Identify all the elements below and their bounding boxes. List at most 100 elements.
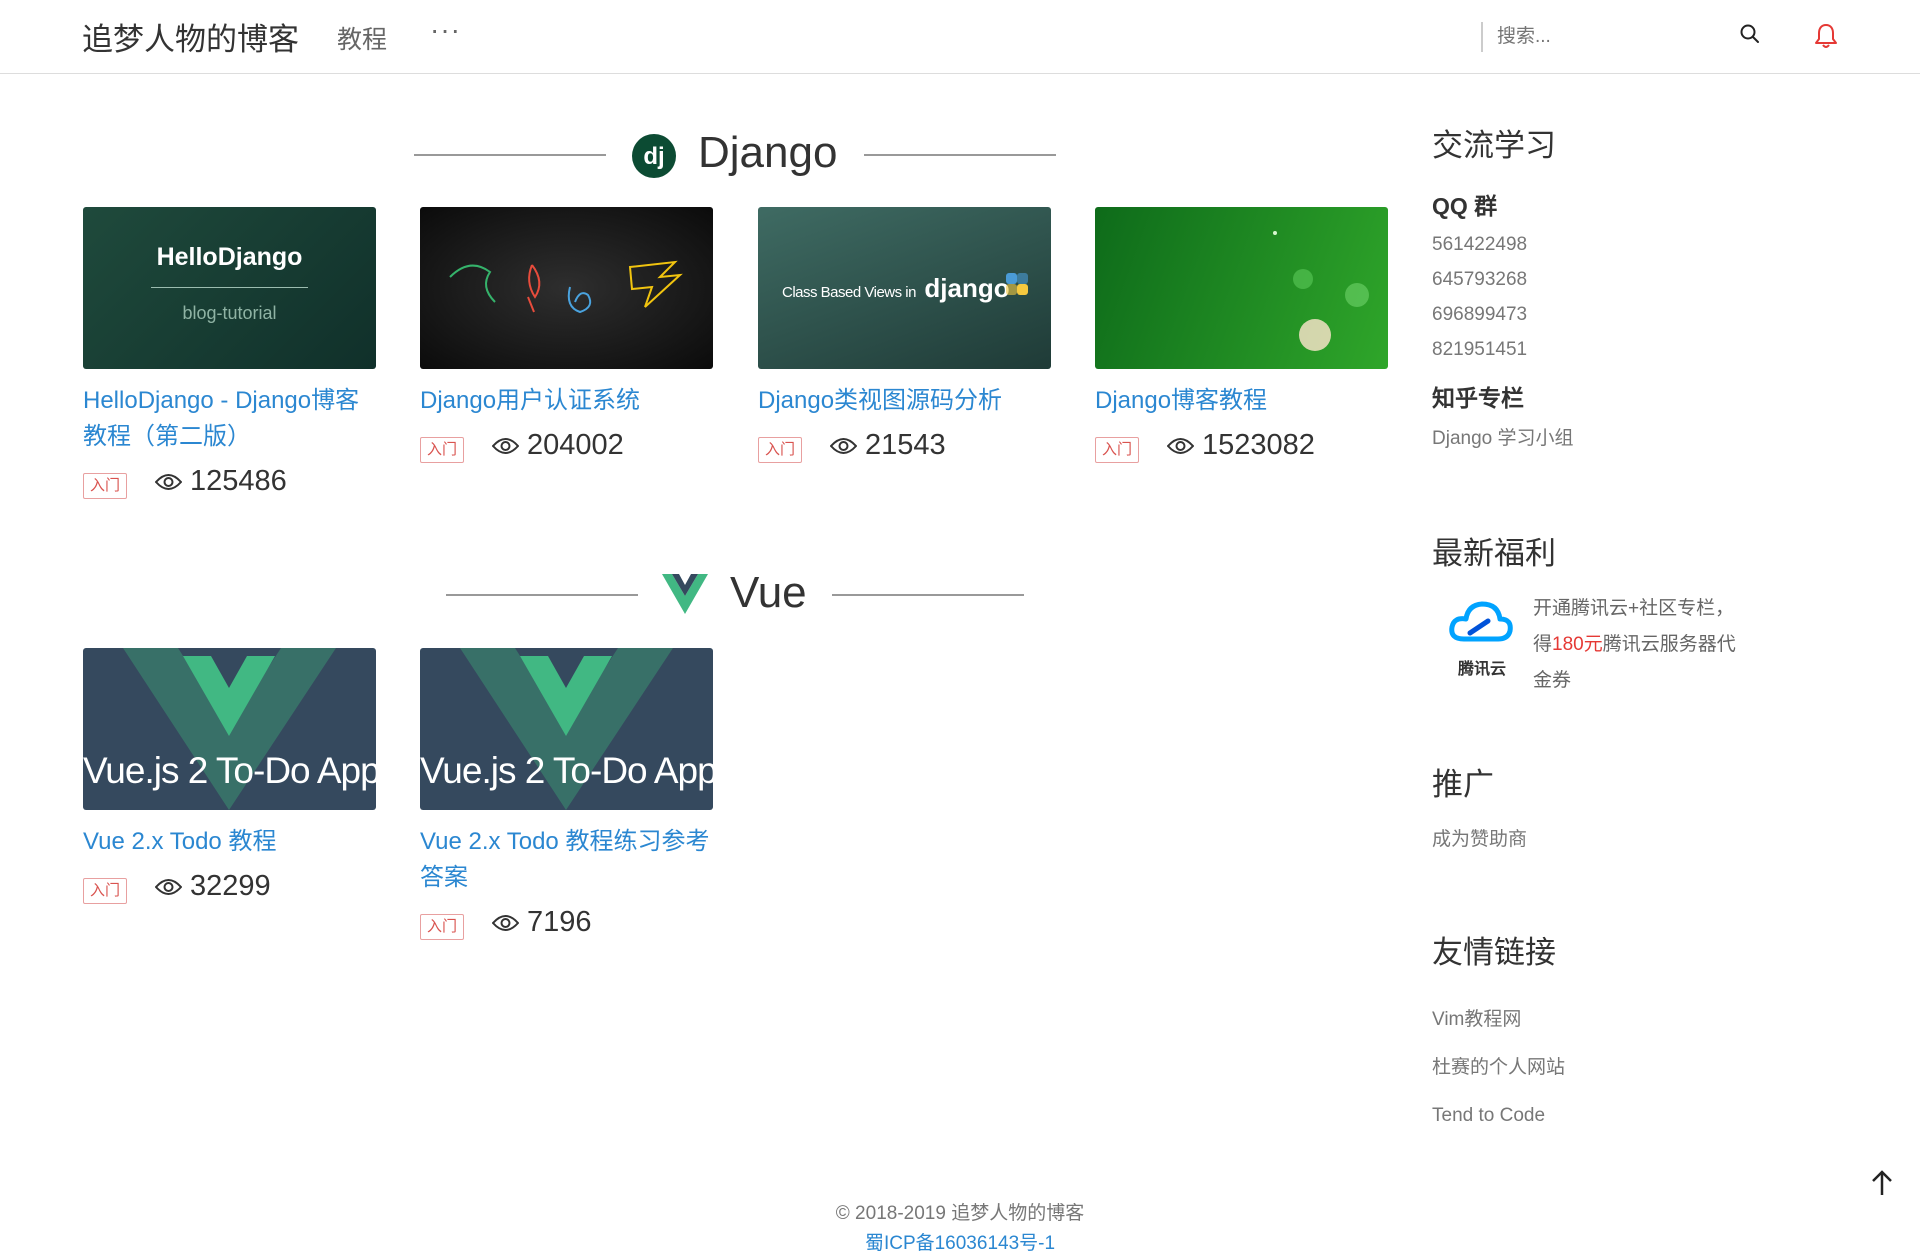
- card-meta: 入门 125486: [83, 465, 376, 501]
- python-logo-icon: [1006, 273, 1028, 295]
- eye-icon: [154, 474, 183, 490]
- welfare-title: 最新福利: [1432, 536, 1556, 571]
- card-thumbnail[interactable]: [420, 207, 713, 369]
- level-badge: 入门: [420, 437, 464, 463]
- search-input[interactable]: [1495, 25, 1719, 49]
- nav-tutorial[interactable]: 教程: [337, 20, 387, 56]
- qq-group-number: 821951451: [1432, 339, 1528, 360]
- level-badge: 入门: [758, 437, 802, 463]
- thumb-caption-brand: django: [924, 273, 1010, 303]
- view-count-value: 204002: [527, 429, 624, 461]
- divider-line: [832, 594, 1024, 596]
- course-card: Django博客教程 入门 1523082: [1095, 207, 1388, 465]
- thumb-caption-text: Vue.js 2 To-Do App: [420, 750, 713, 791]
- card-meta: 入门 7196: [420, 906, 713, 942]
- card-thumbnail[interactable]: Vue.js 2 To-Do App: [83, 648, 376, 810]
- footer-icp-link[interactable]: 蜀ICP备16036143号-1: [0, 1228, 1920, 1255]
- friend-link[interactable]: Vim教程网: [1432, 996, 1792, 1044]
- svg-text:dj: dj: [643, 143, 664, 170]
- card-thumbnail[interactable]: HelloDjango blog-tutorial: [83, 207, 376, 369]
- card-thumbnail[interactable]: Vue.js 2 To-Do App: [420, 648, 713, 810]
- card-title-link[interactable]: HelloDjango - Django博客教程（第二版）: [83, 383, 376, 455]
- search-box: [1481, 22, 1763, 52]
- exchange-title: 交流学习: [1432, 128, 1556, 163]
- view-count: 204002: [491, 429, 624, 462]
- view-count: 21543: [829, 429, 946, 462]
- view-count-value: 7196: [527, 906, 592, 938]
- eye-icon: [829, 438, 858, 454]
- section-title: Vue: [730, 568, 807, 617]
- sidebar: 交流学习 QQ 群 561422498 645793268 696899473 …: [1432, 120, 1792, 1140]
- course-card: HelloDjango blog-tutorial HelloDjango - …: [83, 207, 376, 501]
- card-meta: 入门 21543: [758, 429, 1051, 465]
- friend-links: Vim教程网 杜赛的个人网站 Tend to Code: [1432, 996, 1792, 1140]
- thumb-caption-text: Class Based Views in: [782, 284, 916, 301]
- bell-icon[interactable]: [1813, 22, 1839, 50]
- level-badge: 入门: [83, 878, 127, 904]
- welfare-text: 开通腾讯云+社区专栏，得180元腾讯云服务器代金券: [1533, 591, 1743, 699]
- qq-group-list: 561422498 645793268 696899473 821951451: [1432, 227, 1792, 367]
- section-header-django: dj Django: [414, 124, 1058, 184]
- back-to-top-icon[interactable]: [1867, 1168, 1897, 1198]
- card-meta: 入门 204002: [420, 429, 713, 465]
- card-meta: 入门 1523082: [1095, 429, 1388, 465]
- qq-group-number: 696899473: [1432, 304, 1528, 325]
- divider-line: [446, 594, 638, 596]
- tencent-cloud-logo-icon: [1449, 601, 1513, 642]
- view-count-value: 32299: [190, 870, 271, 902]
- sponsor-link[interactable]: 成为赞助商: [1432, 824, 1792, 851]
- card-title-link[interactable]: Vue 2.x Todo 教程练习参考答案: [420, 824, 713, 896]
- eye-icon: [491, 438, 520, 454]
- card-meta: 入门 32299: [83, 870, 376, 906]
- promo-title: 推广: [1432, 767, 1494, 802]
- top-navbar: 追梦人物的博客 教程 ···: [0, 0, 1920, 74]
- pokemon-sketch-image: [449, 260, 683, 314]
- zhihu-column-item[interactable]: Django 学习小组: [1432, 423, 1792, 450]
- thumb-caption-text: Vue.js 2 To-Do App: [83, 750, 376, 791]
- view-count-value: 1523082: [1202, 429, 1315, 461]
- view-count: 7196: [491, 906, 592, 939]
- view-count-value: 125486: [190, 465, 287, 497]
- card-title-link[interactable]: Django用户认证系统: [420, 383, 713, 419]
- card-title-link[interactable]: Vue 2.x Todo 教程: [83, 824, 376, 860]
- view-count: 32299: [154, 870, 271, 903]
- tencent-logo-text: 腾讯云: [1458, 661, 1507, 678]
- qq-group-title: QQ 群: [1432, 193, 1498, 219]
- card-title-link[interactable]: Django博客教程: [1095, 383, 1388, 419]
- course-card: Vue.js 2 To-Do App Vue 2.x Todo 教程 入门 32…: [83, 648, 376, 906]
- vue-logo-icon: [662, 574, 708, 614]
- thumb-title: HelloDjango: [156, 243, 303, 271]
- footer-copyright: © 2018-2019 追梦人物的博客: [835, 1203, 1085, 1224]
- search-icon[interactable]: [1738, 22, 1762, 46]
- course-card: Django用户认证系统 入门 204002: [420, 207, 713, 465]
- welfare-promo[interactable]: 腾讯云 开通腾讯云+社区专栏，得180元腾讯云服务器代金券: [1432, 591, 1792, 701]
- friend-link[interactable]: 杜赛的个人网站: [1432, 1044, 1792, 1092]
- welfare-amount: 180元: [1552, 634, 1603, 655]
- zhihu-title: 知乎专栏: [1432, 385, 1524, 411]
- view-count-value: 21543: [865, 429, 946, 461]
- fireworks-image: [1273, 231, 1369, 351]
- qq-group-number: 561422498: [1432, 234, 1528, 255]
- site-brand[interactable]: 追梦人物的博客: [82, 14, 299, 59]
- course-card: Vue.js 2 To-Do App Vue 2.x Todo 教程练习参考答案…: [420, 648, 713, 942]
- divider-line: [864, 154, 1056, 156]
- qq-group-number: 645793268: [1432, 269, 1528, 290]
- divider-line: [414, 154, 606, 156]
- thumb-caption: Class Based Views in django: [782, 273, 1010, 304]
- card-title-link[interactable]: Django类视图源码分析: [758, 383, 1051, 419]
- level-badge: 入门: [420, 914, 464, 940]
- friend-link[interactable]: Tend to Code: [1432, 1092, 1792, 1140]
- eye-icon: [1166, 438, 1195, 454]
- card-thumbnail[interactable]: [1095, 207, 1388, 369]
- level-badge: 入门: [1095, 437, 1139, 463]
- card-thumbnail[interactable]: Class Based Views in django: [758, 207, 1051, 369]
- section-title: Django: [698, 128, 838, 177]
- nav-more-button[interactable]: ···: [430, 14, 461, 46]
- eye-icon: [154, 879, 183, 895]
- eye-icon: [491, 915, 520, 931]
- level-badge: 入门: [83, 473, 127, 499]
- course-card: Class Based Views in django Django类视图源码分…: [758, 207, 1051, 465]
- view-count: 125486: [154, 465, 287, 498]
- section-header-vue: Vue: [446, 564, 1026, 624]
- friends-title: 友情链接: [1432, 935, 1556, 970]
